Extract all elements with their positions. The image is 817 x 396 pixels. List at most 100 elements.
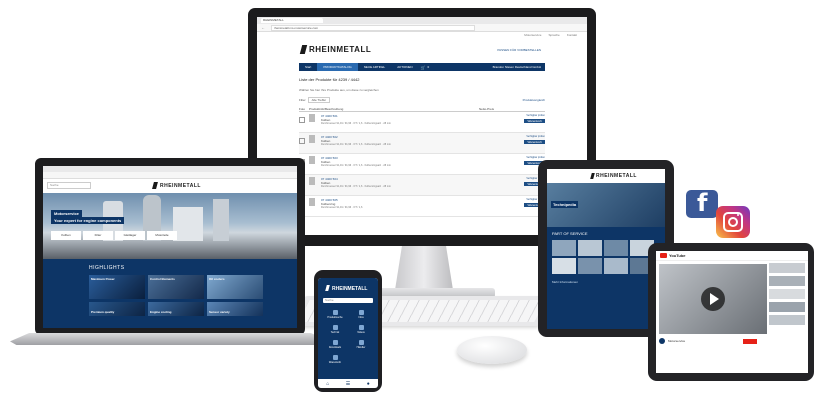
- product-thumb: [309, 198, 315, 206]
- phone-menu-item[interactable]: Technik: [322, 325, 348, 334]
- instagram-icon: [716, 206, 750, 238]
- checkbox[interactable]: [299, 138, 305, 144]
- product-detail: Durchmesser 91,91 / 91,96 · OT / 1,6 · K…: [321, 143, 391, 146]
- card-engine-cooling[interactable]: Engine cooling: [148, 302, 204, 316]
- laptop-logo-icon: [152, 182, 158, 189]
- phone-search-input[interactable]: Suche: [323, 298, 373, 303]
- menu-item-icon: [332, 310, 338, 315]
- nav-product-catalog[interactable]: PRODUKTKATALOG: [317, 63, 358, 71]
- card-maximum-power[interactable]: Maximum Power: [89, 275, 145, 299]
- header-right-text[interactable]: PASSEN FÜR VORBESTELLEN: [497, 48, 541, 52]
- rheinmetall-logo-icon: [299, 45, 308, 54]
- tablet-brand: RHEINMETALL: [596, 173, 637, 179]
- highlights-title: HIGHLIGHTS: [89, 265, 125, 271]
- tablet-thumb[interactable]: [604, 258, 628, 274]
- table-row: 07 4400 504 Kolben Durchmesser 91,91 / 91,…: [299, 175, 545, 196]
- channel-avatar[interactable]: [659, 338, 665, 344]
- filter-select[interactable]: Alle Treffer: [307, 97, 331, 103]
- compare-link[interactable]: Produktvergleich: [523, 98, 545, 102]
- tablet-thumb[interactable]: [578, 258, 602, 274]
- menu-item-icon: [332, 355, 338, 360]
- phone-menu-icon[interactable]: ☰: [346, 381, 350, 387]
- availability-link[interactable]: Verfügbar prüfen: [524, 135, 545, 138]
- mouse: [457, 336, 527, 364]
- nav-account[interactable]: Brandon Nissen Deutschland GmbH: [493, 65, 545, 69]
- laptop-base: [10, 333, 330, 345]
- card-sensor-variety[interactable]: Sensor variety: [207, 302, 263, 316]
- phone-screen: RHEINMETALL Suche Produktsuche Infos Techn…: [318, 278, 378, 388]
- cart-count: 0: [427, 65, 430, 69]
- address-bar[interactable]: rheinmetall.ms-motorservice.com: [271, 24, 475, 31]
- subscribe-button[interactable]: [743, 338, 758, 344]
- monitor-stand: [395, 246, 453, 290]
- menu-item-icon: [358, 325, 364, 330]
- back-icon[interactable]: ←: [261, 25, 265, 30]
- product-detail: Durchmesser 91,91 / 91,96 · OT / 1,6 · K…: [321, 122, 391, 125]
- add-to-cart-button[interactable]: Warenkorb: [524, 119, 545, 123]
- laptop-screen: Suche RHEINMETALL Motorservice Your expe…: [43, 166, 297, 328]
- youtube-logo-icon: [660, 253, 667, 258]
- table-row: 07 4400 505 Kolbenring Durchmesser 91,91 /…: [299, 196, 545, 217]
- col-price: Netto-Preis: [479, 107, 495, 111]
- menu-item-icon: [332, 325, 338, 330]
- monitor-brand: RHEINMETALL: [309, 45, 372, 54]
- phone-menu-item[interactable]: Händler: [348, 340, 374, 349]
- filter-label: Filter: [299, 98, 306, 102]
- add-to-cart-button[interactable]: Warenkorb: [524, 140, 545, 144]
- laptop-search-input[interactable]: Suche: [47, 182, 91, 189]
- col-photo: Foto: [299, 107, 306, 111]
- hero-tile-1[interactable]: Kolben: [51, 231, 81, 240]
- product-detail: Durchmesser 91,91 / 91,96 · OT / 1,6 · K…: [321, 185, 391, 188]
- tablet-thumb[interactable]: [552, 258, 576, 274]
- phone-menu-item[interactable]: Produktsuche: [322, 310, 348, 319]
- product-thumb: [309, 156, 315, 164]
- tablet-logo-icon: [590, 173, 595, 179]
- availability-link[interactable]: Verfügbar prüfen: [524, 114, 545, 117]
- page-subtext: Wählen Sie hier Ihre Produkte aus, um di…: [299, 88, 379, 92]
- table-row: 07 4400 502 Kolben Durchmesser 91,91 / 91,…: [299, 133, 545, 154]
- product-thumb: [309, 135, 315, 143]
- product-detail: Durchmesser 91,91 / 91,96 · OT / 1,6: [321, 206, 363, 209]
- nav-start[interactable]: Start: [299, 65, 317, 69]
- hero-tile-2[interactable]: Filter: [83, 231, 113, 240]
- card-oil-coolers[interactable]: Oil coolers: [207, 275, 263, 299]
- phone-cart-icon[interactable]: ●: [367, 381, 370, 387]
- product-detail: Durchmesser 91,91 / 91,96 · OT / 1,6 · K…: [321, 164, 391, 167]
- phone-menu-item[interactable]: Downloads: [322, 340, 348, 349]
- tablet-thumb[interactable]: [552, 240, 576, 256]
- phone-menu-item[interactable]: Infos: [348, 310, 374, 319]
- phone-logo-icon: [325, 285, 330, 291]
- facebook-icon: f: [686, 189, 718, 218]
- phone-menu-item[interactable]: Warenkorb: [322, 355, 348, 364]
- hero-tile-3[interactable]: Gleitlager: [115, 231, 145, 240]
- availability-link[interactable]: Verfügbar prüfen: [524, 156, 545, 159]
- tablet-footer-link[interactable]: Mehr Informationen: [552, 280, 660, 284]
- table-row: 07 4400 501 Kolben Durchmesser 91,91 / 91,…: [299, 112, 545, 133]
- hero-line-1: Motorservice: [54, 211, 79, 216]
- card-control-elements[interactable]: Control Elements: [148, 275, 204, 299]
- phone-brand: RHEINMETALL: [332, 286, 368, 292]
- product-thumb: [309, 177, 315, 185]
- checkbox[interactable]: [299, 117, 305, 123]
- hero-line-2: Your expert for engine components: [54, 218, 122, 223]
- table-row: 07 4400 503 Kolben Durchmesser 91,91 / 91,…: [299, 154, 545, 175]
- hero-tile-4[interactable]: Motorteile: [147, 231, 177, 240]
- phone-menu-item[interactable]: Videos: [348, 325, 374, 334]
- browser-tab[interactable]: RHEINMETALL: [261, 18, 323, 23]
- tablet-thumb[interactable]: [604, 240, 628, 256]
- product-thumb: [309, 114, 315, 122]
- menu-item-icon: [358, 340, 364, 345]
- col-info: Produktinfo/Beschreibung: [309, 107, 344, 111]
- page-heading: Liste der Produkte für 4239 / 4442: [299, 77, 360, 82]
- tablet-thumb[interactable]: [578, 240, 602, 256]
- phone-home-icon[interactable]: ⌂: [326, 381, 329, 387]
- play-icon[interactable]: [701, 287, 725, 311]
- card-premium-quality[interactable]: Premium quality: [89, 302, 145, 316]
- tablet-section-title: PART OF SERVICE: [552, 231, 588, 236]
- cart-icon[interactable]: 🛒: [419, 65, 428, 70]
- nav-promotions[interactable]: AKTIONEN: [391, 65, 418, 69]
- menu-item-icon: [358, 310, 364, 315]
- nav-new-items[interactable]: NEUE ARTIKEL: [358, 65, 391, 69]
- channel-name[interactable]: Motorservice: [668, 339, 685, 343]
- youtube-label: YouTube: [669, 253, 686, 258]
